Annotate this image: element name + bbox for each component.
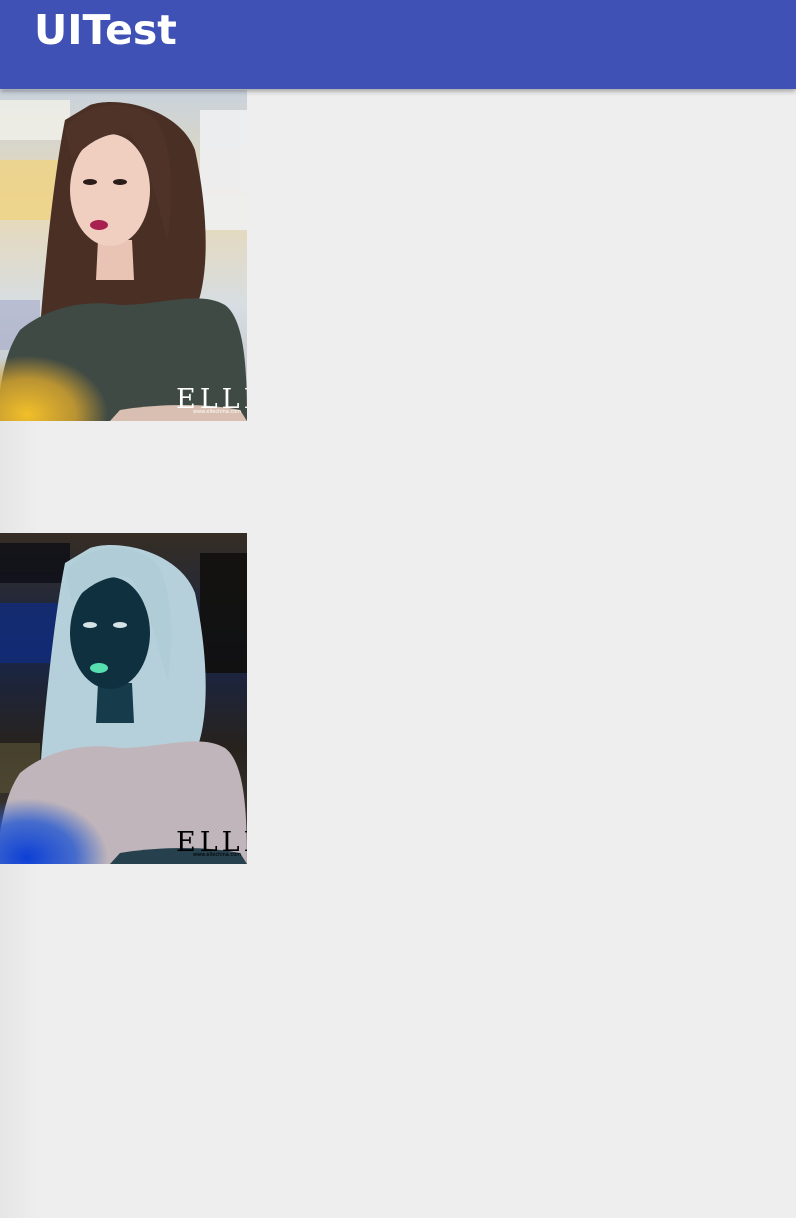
app-title: UITest [34,6,177,54]
svg-text:www.ellechina.com: www.ellechina.com [193,852,241,858]
portrait-image: ELLE www.ellechina.com [0,90,247,421]
portrait-image-inverted: ELLE www.ellechina.com [0,533,247,864]
app-bar: UITest [0,0,796,89]
svg-text:www.ellechina.com: www.ellechina.com [193,409,241,415]
